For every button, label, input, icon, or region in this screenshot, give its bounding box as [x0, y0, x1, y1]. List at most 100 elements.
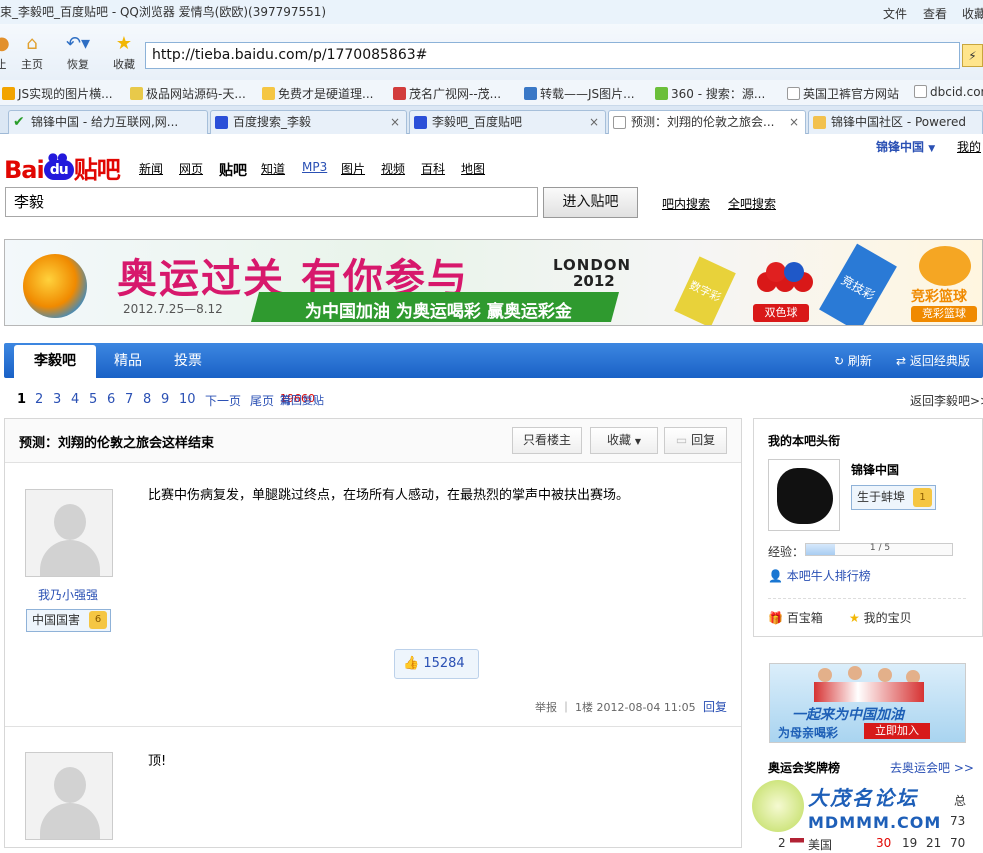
fav-item[interactable]: 360 - 搜索：源...	[655, 85, 765, 102]
olympic-lottery-banner[interactable]: 奥运过关 有你参与 2012.7.25—8.12 为中国加油 为奥运喝彩 赢奥运…	[4, 239, 983, 326]
page-icon	[787, 87, 800, 100]
menu-file[interactable]: 文件	[883, 3, 907, 25]
classic-version-button[interactable]: ⇄ 返回经典版	[896, 345, 970, 378]
page-link[interactable]: 5	[89, 392, 97, 407]
nav-zhidao[interactable]: 知道	[261, 160, 285, 177]
tab-bar-home[interactable]: 李毅吧	[14, 345, 96, 378]
fav-item[interactable]: 极品网站源码-天...	[130, 85, 246, 102]
post-reply-link[interactable]: 回复	[703, 698, 727, 715]
user-menu[interactable]: 锦锋中国 ▼	[876, 138, 935, 155]
medal-total-header: 总	[954, 794, 967, 808]
close-tab-icon[interactable]: ×	[390, 111, 400, 133]
page-link[interactable]: 6	[107, 392, 115, 407]
balls-icon	[757, 262, 817, 298]
nav-baike[interactable]: 百科	[421, 160, 445, 177]
watermark-title: 大茂名论坛	[808, 786, 918, 810]
enter-bar-button[interactable]: 进入贴吧	[543, 187, 638, 218]
page-link[interactable]: 8	[143, 392, 151, 407]
lottery-logo-icon	[23, 254, 87, 318]
fav-item[interactable]: 英国卫裤官方网站	[787, 85, 899, 102]
support-china-ad[interactable]: 一起来为中国加油 为母亲喝彩 立即加入	[769, 663, 966, 743]
avatar[interactable]	[25, 489, 113, 577]
baidu-paw-icon	[215, 116, 228, 129]
user-avatar[interactable]	[768, 459, 840, 531]
fav-item[interactable]: 茂名广视网--茂...	[393, 85, 501, 102]
collect-button[interactable]: 收藏 ▼	[590, 427, 658, 454]
browser-tab[interactable]: 李毅吧_百度贴吧 ×	[409, 110, 606, 134]
tab-vote[interactable]: 投票	[174, 345, 202, 378]
close-tab-icon[interactable]: ×	[789, 111, 799, 133]
page-icon	[613, 116, 626, 129]
tab-good[interactable]: 精品	[114, 345, 142, 378]
close-tab-icon[interactable]: ×	[589, 111, 599, 133]
page-link[interactable]: 10	[179, 392, 196, 407]
banner-label-basketball: 竞彩篮球	[911, 289, 967, 305]
refresh-button[interactable]: ↻ 刷新	[834, 345, 872, 378]
browser-tab[interactable]: ✔ 锦锋中国 - 给力互联网,网...	[8, 110, 208, 134]
my-treasure-link[interactable]: ★ 我的宝贝	[849, 609, 912, 626]
nav-news[interactable]: 新闻	[139, 160, 163, 177]
last-page-link[interactable]: 尾页	[250, 392, 274, 409]
pager: 1 2 3 4 5 6 7 8 9 10 下一页 尾页 有 19660 篇回复贴 返…	[0, 392, 983, 410]
page-link[interactable]: 3	[53, 392, 61, 407]
browser-tab[interactable]: 百度搜索_李毅 ×	[210, 110, 407, 134]
fav-item[interactable]: 转载——JS图片...	[524, 85, 635, 102]
baidu-nav: 新闻 网页 贴吧 知道 MP3 图片 视频 百科 地图	[0, 160, 500, 180]
home-button[interactable]: ⌂ 主页	[14, 32, 50, 72]
back-to-bar-link[interactable]: 返回李毅吧>>	[910, 392, 983, 409]
address-bar[interactable]: http://tieba.baidu.com/p/1770085863#	[145, 42, 960, 69]
nav-web[interactable]: 网页	[179, 160, 203, 177]
nav-video[interactable]: 视频	[381, 160, 405, 177]
menu-view[interactable]: 查看	[923, 3, 947, 25]
mine-link[interactable]: 我的	[957, 138, 981, 155]
browser-tab[interactable]: 锦锋中国社区 - Powered	[808, 110, 983, 134]
back-icon: ●	[0, 33, 10, 54]
ad-join-button[interactable]: 立即加入	[864, 723, 930, 739]
report-link[interactable]: 举报	[535, 701, 557, 714]
side-username[interactable]: 锦锋中国	[851, 461, 899, 478]
ad-line2: 为母亲喝彩	[778, 726, 839, 740]
user-badge[interactable]: 中国国害 6	[26, 609, 111, 632]
restore-button[interactable]: ↶▾ 恢复	[58, 32, 98, 72]
search-in-bar-link[interactable]: 吧内搜索	[662, 195, 710, 212]
thumbs-up-icon: 👍	[403, 656, 420, 671]
reply-button[interactable]: ▭ 回复	[664, 427, 727, 454]
home-icon: ⌂	[26, 33, 38, 54]
nav-map[interactable]: 地图	[461, 160, 485, 177]
olympic-bar-link[interactable]: 去奥运会吧 >>	[890, 759, 974, 776]
bookmark-icon	[2, 87, 15, 100]
banner-slogan: 为中国加油 为奥运喝彩 赢奥运彩金	[305, 302, 572, 322]
avatar[interactable]	[25, 752, 113, 840]
comment-icon: ▭	[675, 433, 688, 447]
menu-favorites[interactable]: 收藏	[962, 3, 983, 25]
medal-country-2[interactable]: 美国	[808, 836, 832, 853]
search-input[interactable]: 李毅	[5, 187, 538, 217]
page-link[interactable]: 7	[125, 392, 133, 407]
post-author[interactable]: 我乃小强强	[38, 586, 98, 603]
treasure-link[interactable]: 🎁 百宝箱	[768, 609, 823, 626]
baidu-paw-icon	[414, 116, 427, 129]
favorites-bar: JS实现的图片横... 极品网站源码-天... 免费才是硬道理... 茂名广视网…	[0, 80, 983, 106]
medal-total-1: 73	[950, 814, 966, 828]
go-icon[interactable]: ⚡	[962, 44, 983, 67]
next-page-link[interactable]: 下一页	[205, 392, 241, 409]
browser-tab-active[interactable]: 预测：刘翔的伦敦之旅会... ×	[608, 110, 806, 134]
favorites-label: 收藏	[113, 58, 135, 71]
back-button[interactable]: ● 止	[0, 32, 10, 72]
thread-container	[4, 418, 742, 848]
page-link[interactable]: 9	[161, 392, 169, 407]
fav-item[interactable]: JS实现的图片横...	[2, 85, 113, 102]
like-button[interactable]: 👍 15284	[394, 649, 479, 679]
only-author-button[interactable]: 只看楼主	[512, 427, 582, 454]
page-link[interactable]: 2	[35, 392, 43, 407]
favorites-button[interactable]: ★ 收藏	[106, 32, 142, 72]
nav-images[interactable]: 图片	[341, 160, 365, 177]
rank-link[interactable]: 👤 本吧牛人排行榜	[768, 567, 871, 584]
page-link[interactable]: 4	[71, 392, 79, 407]
fav-item[interactable]: 免费才是硬道理...	[262, 85, 373, 102]
search-all-bars-link[interactable]: 全吧搜索	[728, 195, 776, 212]
side-badge[interactable]: 生于蚌埠 1	[851, 485, 936, 510]
nav-mp3[interactable]: MP3	[302, 160, 327, 174]
fav-item[interactable]: dbcid.com	[914, 85, 983, 99]
star-icon: ★	[115, 33, 133, 54]
